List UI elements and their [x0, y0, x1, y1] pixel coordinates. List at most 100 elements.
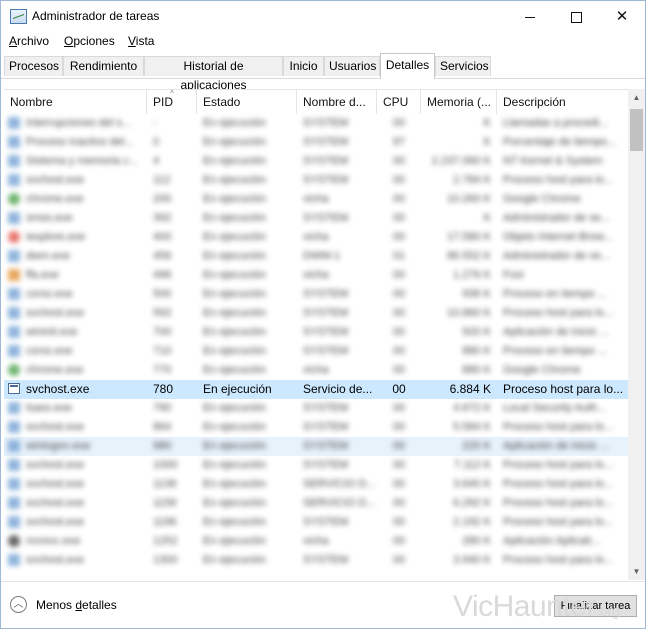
tab-usuarios[interactable]: Usuarios	[324, 56, 380, 76]
cell-memory: 2.192 K	[453, 516, 491, 528]
tab-inicio[interactable]: Inicio	[283, 56, 324, 76]
cell-cpu: 00	[392, 231, 406, 243]
table-row[interactable]: svchost.exe 1196 En ejecución SYSTEM 00 2.192…	[4, 513, 628, 532]
cell-name: svchost.exe	[26, 497, 85, 509]
process-window-icon	[8, 383, 20, 394]
table-row[interactable]: nvvsvc.exe 1252 En ejecución vicha 00 280 K Ap…	[4, 532, 628, 551]
cell-cpu: 00	[392, 326, 406, 338]
cell-status: En ejecución	[203, 478, 266, 490]
cell-description: Proceso host para lo...	[503, 516, 614, 528]
cell-name: svchost.exe	[26, 307, 85, 319]
cell-pid: 700	[153, 326, 172, 338]
menu-opciones[interactable]: Opciones	[64, 34, 115, 48]
cell-status: En ejecución	[203, 440, 266, 452]
cell-memory: 10.860 K	[446, 307, 491, 319]
cell-cpu: 00	[392, 345, 406, 357]
table-row[interactable]: svchost.exe 1156 En ejecución SERVICIO D...…	[4, 494, 628, 513]
cell-cpu: 00	[392, 382, 406, 396]
cell-name: Sistema y memoria c...	[26, 155, 138, 167]
tab-procesos[interactable]: Procesos	[4, 56, 63, 76]
table-row[interactable]: csrss.exe 710 En ejecución SYSTEM 00 880 K Pro…	[4, 342, 628, 361]
table-row[interactable]: chrome.exe 200 En ejecución vicha 00 10.260 K…	[4, 190, 628, 209]
column-header-cpu[interactable]: CPU	[377, 90, 421, 114]
cell-user: SYSTEM	[303, 516, 349, 528]
cell-status: En ejecución	[203, 136, 266, 148]
process-icon	[8, 174, 20, 186]
cell-cpu: 00	[392, 535, 406, 547]
process-icon	[8, 554, 20, 566]
process-icon	[8, 421, 20, 433]
column-header-status[interactable]: Estado	[197, 90, 297, 114]
cell-status: En ejecución	[203, 117, 266, 129]
cell-pid: 1196	[153, 516, 177, 528]
close-icon: ✕	[615, 8, 629, 25]
table-row[interactable]: csrss.exe 500 En ejecución SYSTEM 00 936 K Pro…	[4, 285, 628, 304]
cell-name: svchost.exe	[26, 382, 90, 396]
maximize-button[interactable]	[553, 1, 599, 32]
table-row[interactable]: svchost.exe 1300 En ejecución SYSTEM 00 3.940…	[4, 551, 628, 570]
table-row[interactable]: smss.exe 392 En ejecución SYSTEM 00 K Administ…	[4, 209, 628, 228]
process-icon	[8, 193, 20, 205]
watermark: VicHaunter.org	[453, 590, 620, 624]
scroll-up-icon[interactable]: ▲	[628, 89, 645, 106]
table-row[interactable]: svchost.exe 1000 En ejecución SYSTEM 00 7.112…	[4, 456, 628, 475]
column-header-description[interactable]: Descripción	[497, 90, 628, 114]
chevron-up-icon[interactable]: ︿	[10, 596, 27, 613]
vertical-scrollbar[interactable]: ▲ ▼	[628, 89, 645, 580]
table-row[interactable]: ffa.exe 496 En ejecución vicha 00 1.276 K Foxi	[4, 266, 628, 285]
table-row[interactable]: dwm.exe 456 En ejecución DWM-1 01 86.552 K Adm…	[4, 247, 628, 266]
tab-rendimiento[interactable]: Rendimiento	[63, 56, 144, 76]
title-bar[interactable]: Administrador de tareas ✕	[1, 1, 645, 32]
column-header-username[interactable]: Nombre d...	[297, 90, 377, 114]
table-row[interactable]: svchost.exe 592 En ejecución SYSTEM 00 10.860…	[4, 304, 628, 323]
cell-cpu: 00	[392, 307, 406, 319]
menu-vista[interactable]: Vista	[128, 34, 154, 48]
table-row[interactable]: chrome.exe 770 En ejecución vicha 00 880 K Goo…	[4, 361, 628, 380]
cell-description: Porcentaje de tiempo...	[503, 136, 617, 148]
cell-memory: 6.884 K	[449, 382, 491, 396]
table-row[interactable]: svchost.exe 1136 En ejecución SERVICIO D...…	[4, 475, 628, 494]
table-row[interactable]: Sistema y memoria c... 4 En ejecución SYSTE…	[4, 152, 628, 171]
table-row-selected[interactable]: svchost.exe 780 En ejecución Servicio de...…	[4, 380, 628, 399]
table-row[interactable]: iexplore.exe 400 En ejecución vicha 00 17.580…	[4, 228, 628, 247]
cell-name: csrss.exe	[26, 345, 73, 357]
scroll-down-icon[interactable]: ▼	[628, 563, 645, 580]
cell-status: En ejecución	[203, 516, 266, 528]
table-row[interactable]: Proceso inactivo del... 0 En ejecución SYST…	[4, 133, 628, 152]
minimize-button[interactable]	[507, 1, 553, 32]
table-row[interactable]: winlogon.exe 980 En ejecución SYSTEM 00 220 K…	[4, 437, 628, 456]
tab-detalles[interactable]: Detalles	[380, 53, 435, 79]
cell-user: SERVICIO D...	[303, 478, 375, 490]
column-header-name[interactable]: Nombre	[4, 90, 147, 114]
cell-pid: 1300	[153, 554, 178, 566]
cell-status: En ejecución	[203, 231, 266, 243]
cell-user: SYSTEM	[303, 421, 349, 433]
column-header-memory[interactable]: Memoria (...	[421, 90, 497, 114]
table-row[interactable]: svchost.exe 864 En ejecución SYSTEM 00 5.584 …	[4, 418, 628, 437]
fewer-details-label-a: Menos	[36, 598, 76, 612]
table-row[interactable]: wininit.exe 700 En ejecución SYSTEM 00 920 K A…	[4, 323, 628, 342]
cell-user: Servicio de...	[303, 382, 373, 396]
scroll-thumb[interactable]	[630, 109, 643, 151]
table-row[interactable]: lsass.exe 790 En ejecución SYSTEM 00 4.672 K L…	[4, 399, 628, 418]
tab-historial[interactable]: Historial de aplicaciones	[144, 56, 283, 92]
cell-status: En ejecución	[203, 326, 266, 338]
cell-status: En ejecución	[203, 364, 266, 376]
task-manager-window: Administrador de tareas ✕ Archivo Opcion…	[0, 0, 646, 629]
table-row[interactable]: Interrupciones del s... - En ejecución SYST…	[4, 114, 628, 133]
close-button[interactable]: ✕	[599, 1, 645, 32]
cell-name: chrome.exe	[26, 364, 84, 376]
fewer-details-link[interactable]: Menos detalles	[36, 598, 117, 612]
cell-user: SYSTEM	[303, 288, 349, 300]
cell-name: smss.exe	[26, 212, 73, 224]
cell-user: DWM-1	[303, 250, 341, 262]
cell-user: SYSTEM	[303, 554, 349, 566]
cell-name: svchost.exe	[26, 459, 85, 471]
tab-servicios[interactable]: Servicios	[435, 56, 491, 76]
menu-archivo[interactable]: Archivo	[9, 34, 49, 48]
table-row[interactable]: svchost.exe 112 En ejecución SYSTEM 00 2.784 …	[4, 171, 628, 190]
cell-name: svchost.exe	[26, 421, 85, 433]
cell-cpu: 01	[392, 250, 406, 262]
menu-opciones-mnemonic: O	[64, 34, 74, 48]
cell-name: wininit.exe	[26, 326, 78, 338]
